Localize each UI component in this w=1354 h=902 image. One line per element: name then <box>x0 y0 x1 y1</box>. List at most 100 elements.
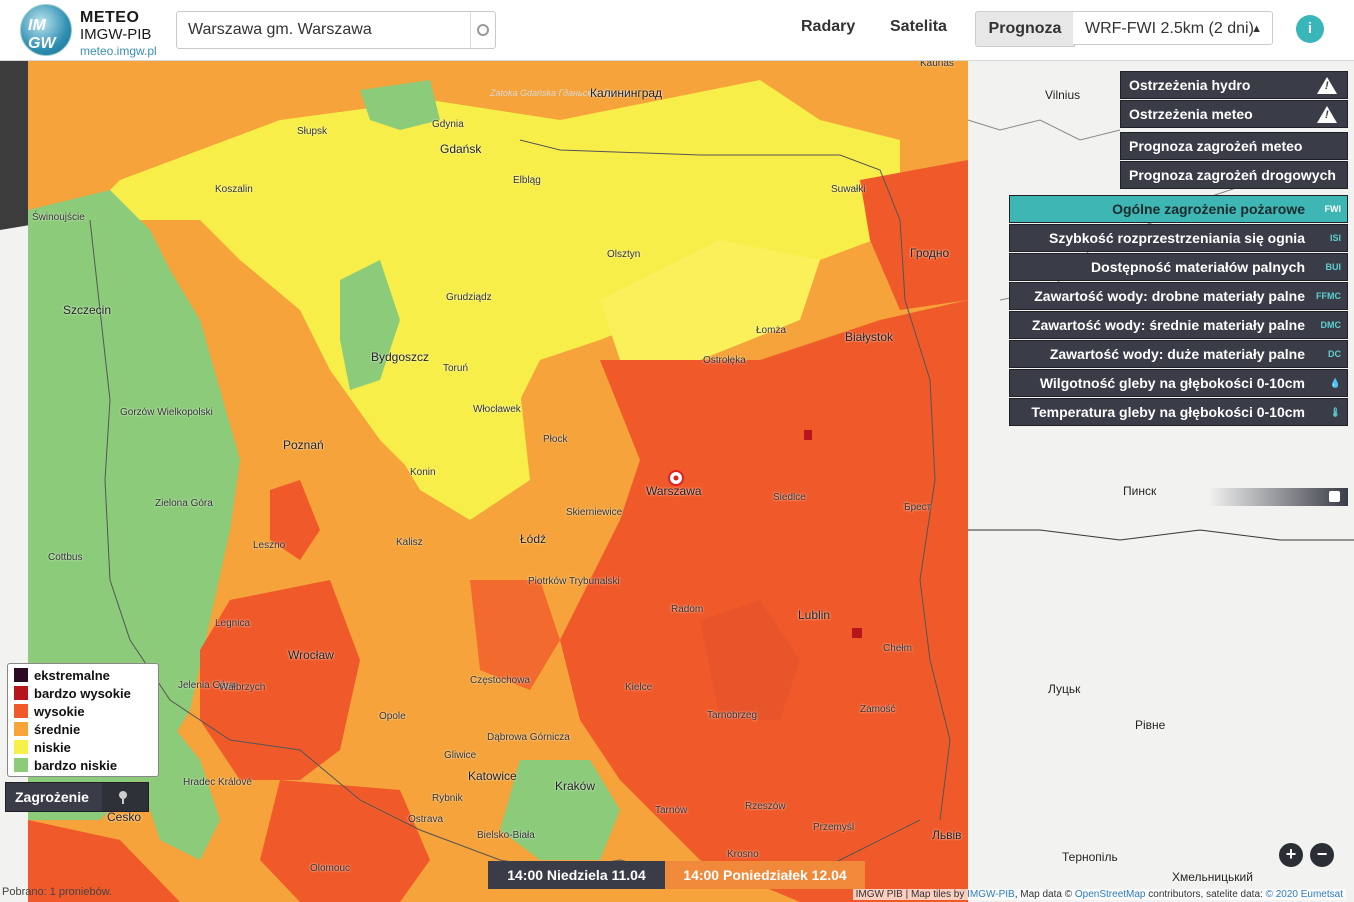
city-label-bielsko: Bielsko-Biała <box>477 830 535 841</box>
time-step-next[interactable]: 14:00 Poniedziałek 12.04 <box>665 861 865 889</box>
layer-soil-temperature[interactable]: Temperatura gleby na głębokości 0-10cm 🌡 <box>1009 398 1348 426</box>
top-bar: IM GW METEO IMGW-PIB meteo.imgw.pl Radar… <box>0 0 1354 61</box>
city-label-kalisz: Kalisz <box>396 537 423 548</box>
city-label-lodz: Łódź <box>520 532 547 546</box>
hazard-toggle-label: Zagrożenie <box>15 789 89 805</box>
city-label-tarnow: Tarnów <box>655 805 688 816</box>
city-label-gdansk: Gdańsk <box>440 142 482 156</box>
locate-me-button[interactable] <box>470 12 495 48</box>
nav-forecast[interactable]: Prognoza <box>975 11 1075 47</box>
city-label-cesko: Cesko <box>107 810 142 824</box>
fire-risk-map[interactable]: Zatoka Gdańska Гданьская бухта Gdańsk Gd… <box>0 60 1354 902</box>
legend-swatch <box>14 704 28 718</box>
city-label-legnica: Legnica <box>215 618 251 629</box>
layer-ffmc[interactable]: Zawartość wody: drobne materiały palne FF… <box>1009 282 1348 310</box>
city-label-ternopil: Тернопіль <box>1062 850 1118 864</box>
layer-isi-abbr: ISI <box>1329 233 1341 243</box>
city-label-rybnik: Rybnik <box>432 793 463 804</box>
layer-isi[interactable]: Szybkość rozprzestrzeniania się ognia ISI <box>1009 224 1348 252</box>
time-step-current[interactable]: 14:00 Niedziela 11.04 <box>488 861 665 889</box>
layer-bui[interactable]: Dostępność materiałów palnych BUI <box>1009 253 1348 281</box>
layer-dc-label: Zawartość wody: duże materiały palne <box>1049 346 1305 362</box>
nav-satellite[interactable]: Satelita <box>890 18 947 36</box>
legend-item: bardzo wysokie <box>14 685 158 703</box>
city-label-katowice: Katowice <box>468 769 517 783</box>
city-label-grodno: Гродно <box>910 246 950 260</box>
city-label-dabrowa: Dąbrowa Górnicza <box>487 732 570 743</box>
road-hazard-label: Prognoza zagrożeń drogowych <box>1129 167 1336 183</box>
warning-icon <box>1317 106 1337 123</box>
model-select[interactable]: WRF-FWI 2.5km (2 dni) ▲ <box>1073 11 1273 45</box>
city-label-krakow: Kraków <box>555 779 596 793</box>
logo-url[interactable]: meteo.imgw.pl <box>80 44 157 58</box>
layer-dmc-label: Zawartość wody: średnie materiały palne <box>1031 317 1305 333</box>
legend-swatch <box>14 758 28 772</box>
warning-icon <box>1317 77 1337 94</box>
legend-swatch <box>14 686 28 700</box>
info-icon[interactable]: i <box>1296 15 1324 43</box>
city-label-walbrzych: Wałbrzych <box>219 682 266 693</box>
city-label-lublin: Lublin <box>798 608 831 622</box>
meteo-hazard-forecast-button[interactable]: Prognoza zagrożeń meteo <box>1120 132 1348 160</box>
layer-bui-abbr: BUI <box>1325 262 1342 272</box>
city-label-swinoujscie: Świnoujście <box>32 212 85 223</box>
legend-swatch <box>14 740 28 754</box>
status-text: Pobrano: 1 proniebów. <box>2 886 113 898</box>
attrib-prefix: IMGW PIB | Map tiles by <box>855 889 968 900</box>
legend-swatch <box>14 722 28 736</box>
layer-bui-label: Dostępność materiałów palnych <box>1091 259 1305 275</box>
osm-link[interactable]: OpenStreetMap <box>1075 889 1146 900</box>
road-hazard-forecast-button[interactable]: Prognoza zagrożeń drogowych <box>1120 161 1348 189</box>
hazard-toggle-button[interactable]: Zagrożenie <box>5 782 149 812</box>
legend-label: bardzo wysokie <box>34 686 131 701</box>
meteo-hazard-label: Prognoza zagrożeń meteo <box>1129 138 1303 154</box>
city-label-wloclawek: Włocławek <box>473 404 521 415</box>
zoom-in-button[interactable]: + <box>1279 843 1303 867</box>
legend-label: bardzo niskie <box>34 758 118 773</box>
city-label-kielce: Kielce <box>625 682 653 693</box>
map-attribution: IMGW PIB | Map tiles by IMGW-PIB, Map da… <box>852 889 1346 900</box>
city-label-warszawa[interactable]: Warszawa <box>646 484 702 498</box>
eumetsat-link[interactable]: © 2020 Eumetsat <box>1266 889 1343 900</box>
city-label-chelm: Chełm <box>883 643 912 654</box>
city-label-cottbus: Cottbus <box>48 552 83 563</box>
layer-opacity-toggle[interactable] <box>1208 488 1348 506</box>
layer-dmc[interactable]: Zawartość wody: średnie materiały palne D… <box>1009 311 1348 339</box>
city-label-vilnius: Vilnius <box>1045 88 1081 102</box>
meteo-warnings-button[interactable]: Ostrzeżenia meteo <box>1120 100 1348 128</box>
city-label-leszno: Leszno <box>253 540 286 551</box>
city-label-gliwice: Gliwice <box>444 750 477 761</box>
checkbox-icon[interactable] <box>1329 491 1340 502</box>
imgw-link[interactable]: IMGW-PIB <box>967 889 1015 900</box>
search-input[interactable] <box>177 12 470 48</box>
imgw-logo[interactable]: IM GW METEO IMGW-PIB meteo.imgw.pl <box>20 4 170 58</box>
nav-radar[interactable]: Radary <box>801 18 855 36</box>
hydro-warnings-button[interactable]: Ostrzeżenia hydro <box>1120 71 1348 99</box>
city-label-wroclaw: Wrocław <box>288 648 334 662</box>
layer-soil-temp-label: Temperatura gleby na głębokości 0-10cm <box>1031 404 1305 420</box>
city-label-siedlce: Siedlce <box>773 492 806 503</box>
legend-item: bardzo niskie <box>14 757 158 775</box>
legend-item: niskie <box>14 739 158 757</box>
layer-soil-moisture[interactable]: Wilgotność gleby na głębokości 0-10cm 💧 <box>1009 369 1348 397</box>
city-label-radom: Radom <box>671 604 704 615</box>
city-label-piotrkow: Piotrków Trybunalski <box>528 576 620 587</box>
layer-isi-label: Szybkość rozprzestrzeniania się ognia <box>1049 230 1305 246</box>
city-label-slupsk: Słupsk <box>297 126 328 137</box>
zoom-out-button[interactable]: − <box>1310 843 1334 867</box>
layer-dc[interactable]: Zawartość wody: duże materiały palne DC <box>1009 340 1348 368</box>
model-select-value: WRF-FWI 2.5km (2 dni) <box>1085 20 1254 37</box>
location-search[interactable] <box>176 11 496 49</box>
logo-subtitle: IMGW-PIB <box>80 26 152 43</box>
city-label-tarnobrzeg: Tarnobrzeg <box>707 710 758 721</box>
legend-label: ekstremalne <box>34 668 110 683</box>
city-label-plock: Płock <box>543 434 568 445</box>
city-label-lomza: Łomża <box>756 325 787 336</box>
logo-badge-text: IM GW <box>28 17 56 52</box>
layer-fwi[interactable]: Ogólne zagrożenie pożarowe FWI <box>1009 195 1348 223</box>
layer-dmc-abbr: DMC <box>1320 320 1342 330</box>
city-label-gdynia: Gdynia <box>432 119 464 130</box>
legend-item: ekstremalne <box>14 667 158 685</box>
legend-label: średnie <box>34 722 81 737</box>
attrib-mid2: contributors, satelite data: <box>1145 889 1266 900</box>
